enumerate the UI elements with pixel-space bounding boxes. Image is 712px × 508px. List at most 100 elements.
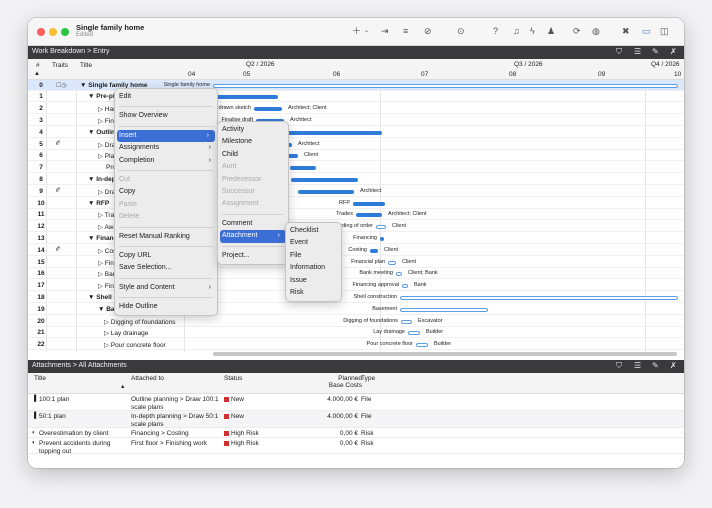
att-type-header[interactable]: Type [361,375,375,382]
columns-icon[interactable]: ☰ [634,47,641,56]
bell-icon[interactable]: ♫ [513,26,520,37]
menu-item-reset-manual-ranking[interactable]: Reset Manual Ranking [115,231,217,243]
sidebar-icon[interactable]: ◫ [660,26,669,37]
row-number: 22 [37,341,45,349]
att-attached-header[interactable]: Attached to [131,375,164,382]
wrench-icon[interactable]: ✗ [670,47,677,56]
attachments-breadcrumb[interactable]: Attachments > All Attachments [32,362,127,369]
menu-item-copy[interactable]: Copy [115,186,217,198]
gantt-bar[interactable] [400,295,678,300]
menu-item-completion[interactable]: Completion › [115,155,217,167]
link-icon[interactable]: ⊘ [424,26,432,37]
indent-icon[interactable]: ⇥ [381,26,389,37]
gantt-bar[interactable] [298,189,354,194]
gantt-bar[interactable] [278,130,382,135]
plus-icon[interactable]: ＋ [352,26,361,37]
att-title-header[interactable]: Title [34,375,46,382]
gantt-bar[interactable] [254,107,282,112]
menu-item-style-and-content[interactable]: Style and Content › [115,282,217,294]
columns-icon[interactable]: ☰ [634,361,641,370]
gantt-bar[interactable] [356,213,382,218]
att-cost-header[interactable]: Planned Base Costs [322,375,362,389]
title-header[interactable]: Title [80,62,92,69]
menu-item-label: Reset Manual Ranking [119,232,190,240]
gantt-bar[interactable] [291,177,358,182]
bolt-icon[interactable]: ϟ [530,26,535,37]
menu-item-assignments[interactable]: Assignments › [115,142,217,154]
gantt-bar[interactable] [401,319,412,324]
row-number: 14 [37,246,45,254]
chevron-down-icon[interactable]: ⌄ [364,26,369,37]
row-title: ▷ Digging of foundations [104,318,176,326]
title-bar: Single family home Edited ＋ ⌄ ⇥ ≡ ⊘ ⊙ ? … [28,18,684,46]
menu-item-comment[interactable]: Comment [218,218,288,230]
gantt-bar[interactable] [380,236,384,241]
menu-item-show-overview[interactable]: Show Overview [115,110,217,122]
sync-icon[interactable]: ⟳ [573,26,581,37]
assignment-label: Client; Bank [408,270,438,277]
menu-item-checklist[interactable]: Checklist [286,225,341,237]
pin-icon[interactable]: ✎ [652,47,659,56]
minimize-button[interactable] [49,28,57,36]
menu-item-copy-url[interactable]: Copy URL [115,250,217,262]
close-button[interactable] [37,28,45,36]
filter-icon[interactable]: ⛉ [616,47,622,57]
gantt-bar[interactable] [353,201,385,206]
timeline-scrollbar[interactable] [213,352,677,356]
num-header[interactable]: # [36,62,40,69]
gantt-bar[interactable] [370,248,378,253]
gantt-bar[interactable] [290,166,316,171]
att-status-header[interactable]: Status [224,375,242,382]
split-view-icon[interactable]: ▭ [642,26,651,37]
zoom-button[interactable] [61,28,69,36]
table-row[interactable]: 21 ▷ Lay drainage Lay drainage Builder [28,328,684,339]
outdent-icon[interactable]: ≡ [403,26,408,37]
globe-icon[interactable]: ◍ [592,26,600,37]
menu-item-edit[interactable]: Edit [115,91,217,103]
menu-item-attachment[interactable]: Attachment › [220,230,286,243]
month-label: 08 [509,71,517,78]
attachment-row[interactable]: ◐ Prevent accidents during topping out Fir… [28,438,684,455]
menu-item-milestone[interactable]: Milestone [218,136,288,148]
attachment-row[interactable]: ◐ Overestimation by client Financing > Cos… [28,428,684,438]
pin-icon[interactable]: ✎ [652,361,659,370]
menu-item-child[interactable]: Child [218,149,288,161]
attachment-row[interactable]: ▐ 100:1 plan Outline planning > Draw 100:1… [28,394,684,411]
table-row[interactable]: 20 ▷ Digging of foundations Digging of fou… [28,316,684,327]
status-text: High Risk [231,430,259,437]
gantt-bar[interactable] [408,331,420,336]
gantt-bar[interactable] [214,95,278,100]
person-icon[interactable]: ♟ [547,26,555,37]
gantt-bar[interactable] [416,343,428,348]
grid-header: # ▲ Traits Title Q2 / 2026 Q3 / 2026 Q4 … [28,59,684,80]
menu-item-information[interactable]: Information [286,262,341,274]
menu-item-label: Completion [119,156,155,164]
menu-item-insert[interactable]: Insert › [117,129,215,143]
menu-item-issue[interactable]: Issue [286,275,341,287]
gantt-bar[interactable] [400,307,488,312]
table-row[interactable]: 22 ▷ Pour concrete floor Pour concrete flo… [28,340,684,351]
assignment-label: Architect [360,187,382,194]
menu-item-event[interactable]: Event [286,237,341,249]
menu-item-risk[interactable]: Risk [286,287,341,299]
more-icon[interactable]: ⊙ [457,26,465,37]
wrench-icon[interactable]: ✗ [670,361,677,370]
gantt-bar[interactable] [376,225,386,230]
tools-icon[interactable]: ✖ [622,26,630,37]
traits-header[interactable]: Traits [52,62,68,69]
menu-item-hide-outline[interactable]: Hide Outline [115,301,217,313]
menu-separator [119,125,213,127]
menu-item-file[interactable]: File [286,250,341,262]
question-icon[interactable]: ? [493,26,498,37]
attachment-row[interactable]: ▐ 50:1 plan In-depth planning > Draw 50:1 … [28,411,684,428]
menu-item-save-selection[interactable]: Save Selection... [115,262,217,274]
gantt-bar[interactable] [402,284,408,289]
filter-icon[interactable]: ⛉ [616,361,622,371]
menu-item-project[interactable]: Project... [218,250,288,262]
row-number: 1 [39,93,43,101]
breadcrumb[interactable]: Work Breakdown > Entry [32,48,110,55]
menu-item-activity[interactable]: Activity [218,124,288,136]
gantt-bar[interactable] [396,272,402,277]
gantt-bar[interactable] [388,260,396,265]
gantt-bar[interactable] [213,83,678,88]
